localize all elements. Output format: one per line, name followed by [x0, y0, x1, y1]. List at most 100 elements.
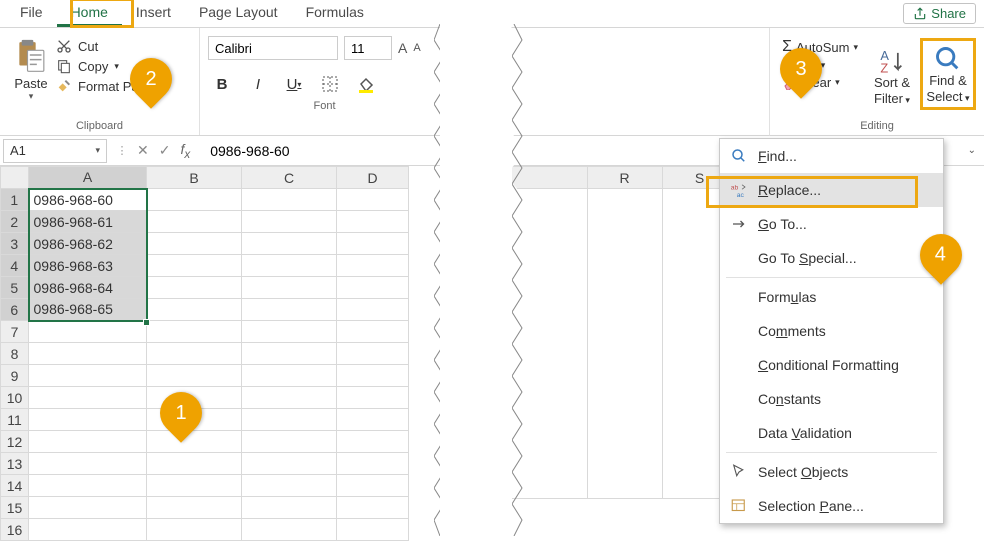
row-header[interactable]: 3: [1, 233, 29, 255]
cell[interactable]: [242, 453, 337, 475]
cell[interactable]: [242, 343, 337, 365]
cell[interactable]: [337, 277, 409, 299]
cell[interactable]: [147, 211, 242, 233]
decrease-font-icon[interactable]: A: [413, 42, 420, 54]
cell[interactable]: 0986-968-64: [29, 277, 147, 299]
expand-formula-bar-icon[interactable]: ⌄: [968, 145, 976, 156]
menu-item-formulas[interactable]: Formulas: [720, 280, 943, 314]
cell[interactable]: [337, 475, 409, 497]
cell[interactable]: [242, 233, 337, 255]
row-header[interactable]: 16: [1, 519, 29, 541]
menu-item-find[interactable]: Find...: [720, 139, 943, 173]
increase-font-icon[interactable]: A: [398, 40, 407, 56]
row-header[interactable]: 7: [1, 321, 29, 343]
cell[interactable]: [337, 189, 409, 211]
row-header[interactable]: 4: [1, 255, 29, 277]
row-header[interactable]: 12: [1, 431, 29, 453]
cell[interactable]: [29, 343, 147, 365]
cell[interactable]: 0986-968-65: [29, 299, 147, 321]
cell[interactable]: [242, 409, 337, 431]
cell[interactable]: [337, 211, 409, 233]
borders-button[interactable]: [316, 72, 344, 96]
fill-handle[interactable]: [143, 319, 150, 326]
cell[interactable]: [242, 365, 337, 387]
cell[interactable]: 0986-968-60: [29, 189, 147, 211]
cell[interactable]: [242, 211, 337, 233]
cell[interactable]: 0986-968-61: [29, 211, 147, 233]
cell[interactable]: [147, 431, 242, 453]
cell[interactable]: [242, 321, 337, 343]
menu-item-data-validation[interactable]: Data Validation: [720, 416, 943, 450]
cell[interactable]: [337, 497, 409, 519]
cell[interactable]: [242, 255, 337, 277]
cell[interactable]: 0986-968-63: [29, 255, 147, 277]
row-header[interactable]: 8: [1, 343, 29, 365]
cell[interactable]: [147, 519, 242, 541]
row-header[interactable]: 1: [1, 189, 29, 211]
cell[interactable]: [337, 409, 409, 431]
accept-formula-button[interactable]: ✓: [149, 142, 181, 159]
paste-button[interactable]: Paste ▾: [6, 32, 56, 116]
cell[interactable]: [242, 497, 337, 519]
menu-item-goto[interactable]: Go To...: [720, 207, 943, 241]
underline-button[interactable]: U▾: [280, 72, 308, 96]
tab-file[interactable]: File: [6, 0, 57, 27]
cell[interactable]: [337, 321, 409, 343]
cut-button[interactable]: Cut: [56, 38, 164, 54]
bold-button[interactable]: B: [208, 72, 236, 96]
cell[interactable]: [337, 431, 409, 453]
chevron-down-icon[interactable]: ▾: [95, 145, 100, 156]
cell[interactable]: [29, 387, 147, 409]
cell[interactable]: [337, 387, 409, 409]
cell[interactable]: [242, 475, 337, 497]
cell[interactable]: [29, 453, 147, 475]
cell[interactable]: [337, 343, 409, 365]
menu-item-selection-pane[interactable]: Selection Pane...: [720, 489, 943, 523]
menu-item-constants[interactable]: Constants: [720, 382, 943, 416]
italic-button[interactable]: I: [244, 72, 272, 96]
cell[interactable]: [29, 475, 147, 497]
cell[interactable]: [337, 255, 409, 277]
cell[interactable]: [337, 365, 409, 387]
row-header[interactable]: 2: [1, 211, 29, 233]
cell[interactable]: [147, 497, 242, 519]
cell[interactable]: [147, 277, 242, 299]
cell[interactable]: [242, 519, 337, 541]
cell[interactable]: [29, 431, 147, 453]
menu-item-conditional-formatting[interactable]: Conditional Formatting: [720, 348, 943, 382]
row-header[interactable]: 11: [1, 409, 29, 431]
cell[interactable]: [147, 343, 242, 365]
cell[interactable]: [29, 321, 147, 343]
menu-item-goto-special[interactable]: Go To Special...: [720, 241, 943, 275]
row-header[interactable]: 5: [1, 277, 29, 299]
column-header[interactable]: [512, 167, 587, 189]
cell[interactable]: [147, 475, 242, 497]
tab-formulas[interactable]: Formulas: [292, 0, 378, 27]
row-header[interactable]: 13: [1, 453, 29, 475]
menu-item-select-objects[interactable]: Select Objects: [720, 455, 943, 489]
cell[interactable]: [337, 233, 409, 255]
insert-function-button[interactable]: fx: [180, 141, 200, 161]
row-header[interactable]: 6: [1, 299, 29, 321]
menu-item-replace[interactable]: abac Replace...: [720, 173, 943, 207]
row-header[interactable]: 9: [1, 365, 29, 387]
row-header[interactable]: 15: [1, 497, 29, 519]
cell[interactable]: [147, 189, 242, 211]
cancel-formula-button[interactable]: ✕: [137, 142, 149, 159]
fill-color-button[interactable]: [352, 72, 380, 96]
cell[interactable]: [147, 365, 242, 387]
cell[interactable]: [242, 189, 337, 211]
row-header[interactable]: 14: [1, 475, 29, 497]
cell[interactable]: [29, 497, 147, 519]
font-name-input[interactable]: [208, 36, 338, 60]
cell[interactable]: [337, 299, 409, 321]
column-header[interactable]: A: [29, 167, 147, 189]
cell[interactable]: [337, 519, 409, 541]
font-size-input[interactable]: [344, 36, 392, 60]
cell[interactable]: [147, 453, 242, 475]
tab-page-layout[interactable]: Page Layout: [185, 0, 292, 27]
cell[interactable]: [29, 409, 147, 431]
cell[interactable]: [147, 299, 242, 321]
cell[interactable]: [242, 277, 337, 299]
name-box[interactable]: A1 ▾: [3, 139, 107, 163]
